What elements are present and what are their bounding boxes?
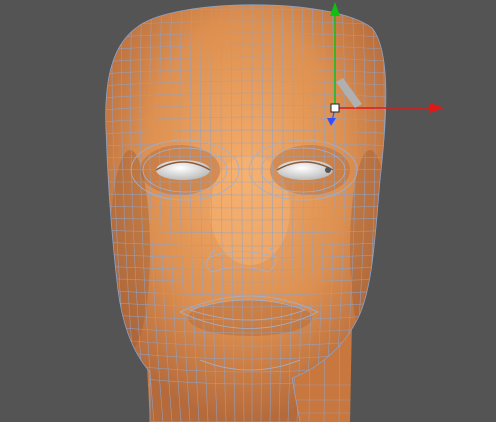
gizmo-center-handle[interactable] (330, 103, 340, 113)
gizmo-x-arrow-icon[interactable] (430, 103, 444, 113)
gizmo-y-arrow-icon[interactable] (330, 2, 340, 16)
viewport-canvas[interactable] (0, 0, 496, 422)
eye-left (155, 160, 211, 180)
3d-viewport[interactable] (0, 0, 496, 422)
head-mesh[interactable] (100, 0, 400, 422)
eye-right (276, 160, 334, 180)
